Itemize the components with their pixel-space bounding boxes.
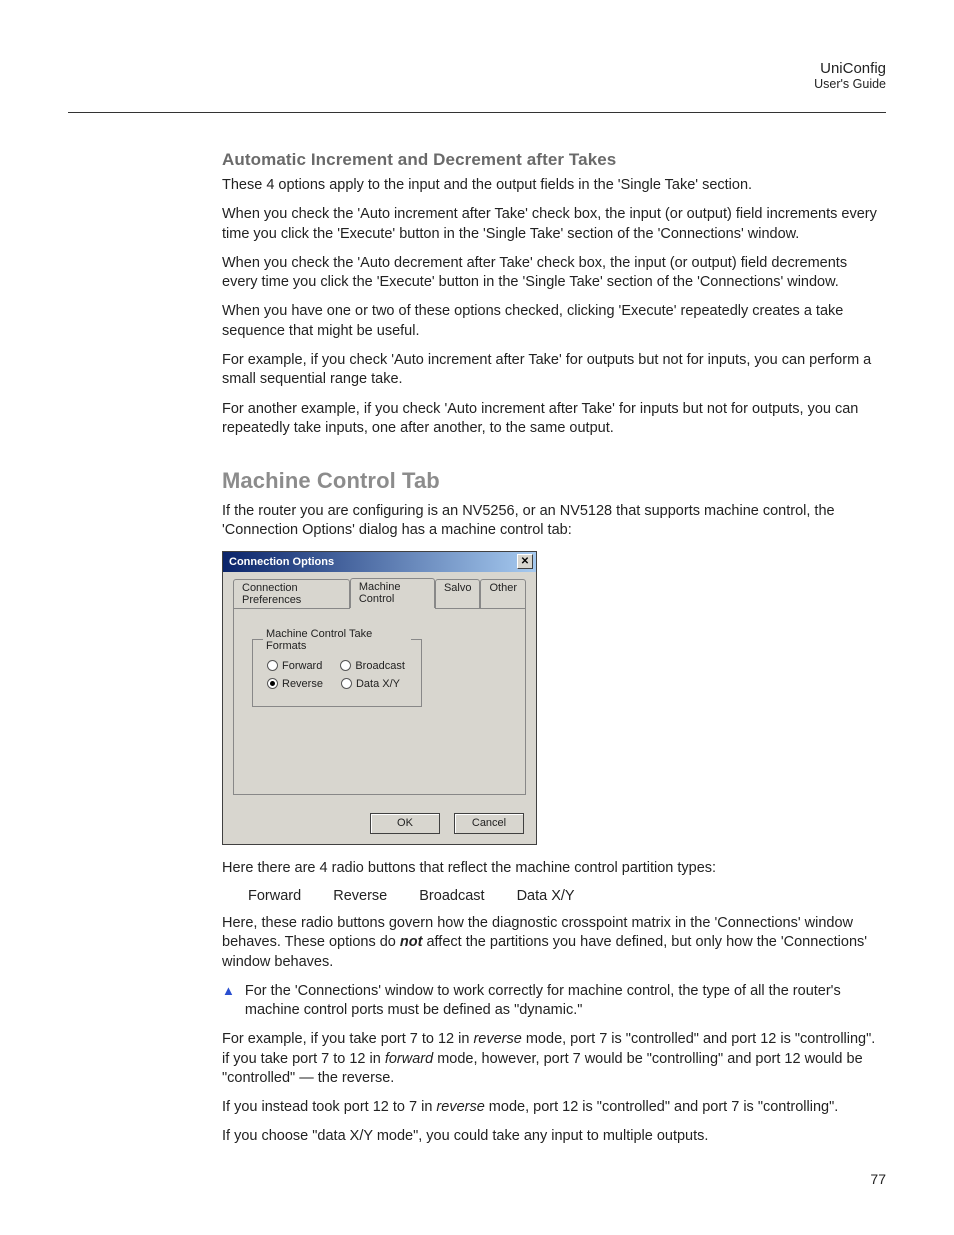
radio-icon <box>341 678 352 689</box>
body-text: Here there are 4 radio buttons that refl… <box>222 859 886 878</box>
page-number: 77 <box>870 1171 886 1187</box>
dialog-tabpanel: Machine Control Take Formats Forward Bro… <box>233 607 526 795</box>
note-text: For the 'Connections' window to work cor… <box>245 982 886 1021</box>
body-text: For example, if you take port 7 to 12 in… <box>222 1030 886 1088</box>
body-text: When you check the 'Auto increment after… <box>222 205 886 244</box>
header-title: UniConfig <box>814 60 886 77</box>
page-header: UniConfig User's Guide <box>814 60 886 91</box>
ok-button[interactable]: OK <box>370 813 440 834</box>
header-rule <box>68 112 886 113</box>
partition-types-list: Forward Reverse Broadcast Data X/Y <box>248 888 886 904</box>
body-text: Here, these radio buttons govern how the… <box>222 914 886 972</box>
cancel-button[interactable]: Cancel <box>454 813 524 834</box>
radio-broadcast[interactable]: Broadcast <box>340 660 405 672</box>
dialog-titlebar: Connection Options ✕ <box>223 552 536 572</box>
radio-icon <box>267 660 278 671</box>
list-item: Data X/Y <box>517 888 575 904</box>
radio-icon <box>267 678 278 689</box>
body-text: If the router you are configuring is an … <box>222 502 886 541</box>
section-heading-machine-control: Machine Control Tab <box>222 468 886 494</box>
tab-machine-control[interactable]: Machine Control <box>350 578 435 608</box>
list-item: Forward <box>248 888 301 904</box>
radio-reverse[interactable]: Reverse <box>267 678 323 690</box>
note: ▲ For the 'Connections' window to work c… <box>222 982 886 1021</box>
content: Automatic Increment and Decrement after … <box>222 150 886 1147</box>
tab-other[interactable]: Other <box>480 579 526 609</box>
close-icon[interactable]: ✕ <box>517 554 533 569</box>
body-text: These 4 options apply to the input and t… <box>222 176 886 195</box>
radio-icon <box>340 660 351 671</box>
page: UniConfig User's Guide Automatic Increme… <box>0 0 954 1235</box>
note-marker-icon: ▲ <box>222 982 235 1000</box>
dialog-title: Connection Options <box>229 556 334 568</box>
list-item: Broadcast <box>419 888 484 904</box>
body-text: If you instead took port 12 to 7 in reve… <box>222 1098 886 1117</box>
tab-connection-preferences[interactable]: Connection Preferences <box>233 579 350 609</box>
dialog-body: Connection Preferences Machine Control S… <box>223 572 536 805</box>
body-text: For example, if you check 'Auto incremen… <box>222 351 886 390</box>
body-text: If you choose "data X/Y mode", you could… <box>222 1127 886 1146</box>
body-text: When you have one or two of these option… <box>222 302 886 341</box>
connection-options-dialog: Connection Options ✕ Connection Preferen… <box>222 551 537 845</box>
section-heading-auto-increment: Automatic Increment and Decrement after … <box>222 150 886 170</box>
radio-forward[interactable]: Forward <box>267 660 322 672</box>
body-text: When you check the 'Auto decrement after… <box>222 254 886 293</box>
fieldset-take-formats: Machine Control Take Formats Forward Bro… <box>252 628 422 707</box>
dialog-tabs: Connection Preferences Machine Control S… <box>233 578 526 608</box>
header-subtitle: User's Guide <box>814 77 886 91</box>
fieldset-legend: Machine Control Take Formats <box>263 628 411 652</box>
dialog-buttons: OK Cancel <box>223 805 536 844</box>
radio-dataxy[interactable]: Data X/Y <box>341 678 400 690</box>
body-text: For another example, if you check 'Auto … <box>222 400 886 439</box>
tab-salvo[interactable]: Salvo <box>435 579 481 609</box>
list-item: Reverse <box>333 888 387 904</box>
